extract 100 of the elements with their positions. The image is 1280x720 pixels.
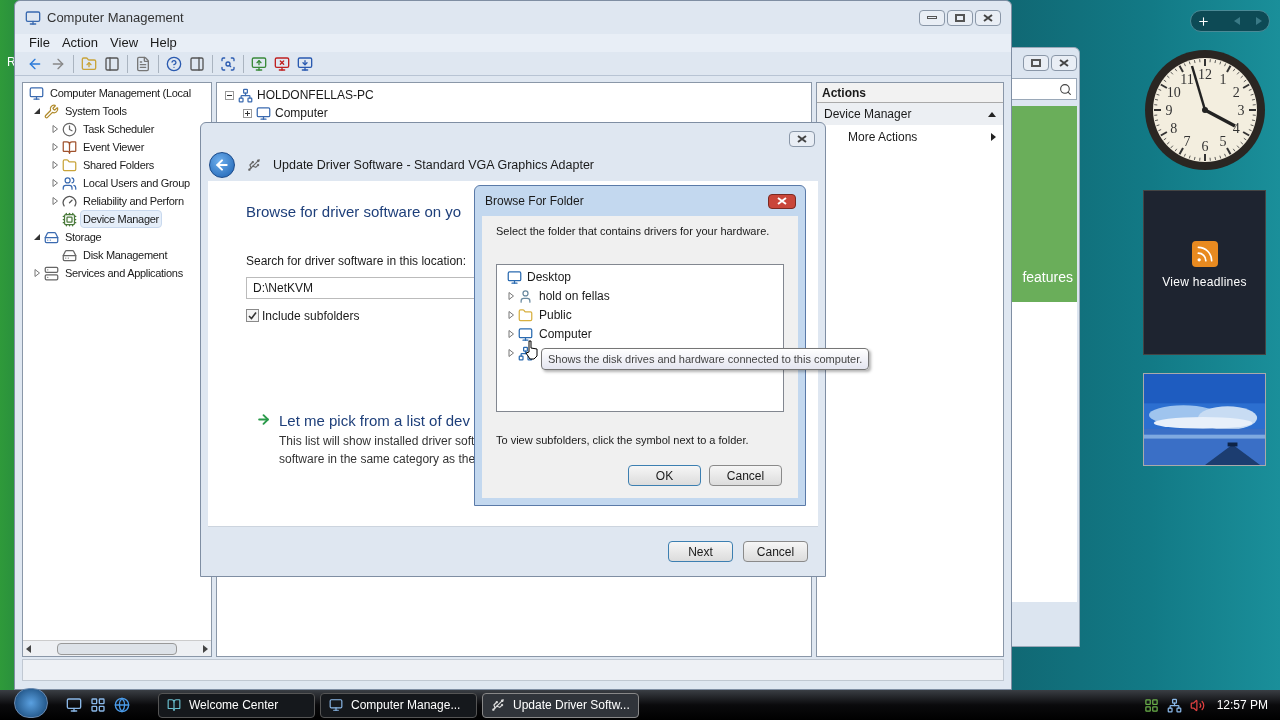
dialog-button[interactable]: Cancel bbox=[743, 541, 808, 562]
start-button[interactable] bbox=[14, 688, 48, 718]
clock-numeral: 1 bbox=[1219, 71, 1227, 87]
close-icon bbox=[1059, 59, 1069, 67]
minimize-button[interactable] bbox=[919, 9, 945, 26]
close-button[interactable] bbox=[768, 193, 796, 209]
tree-item[interactable]: Computer bbox=[539, 325, 592, 343]
pick-link[interactable]: Let me pick from a list of dev bbox=[279, 409, 476, 432]
window-title: Computer Management bbox=[47, 8, 184, 27]
taskbar-button[interactable]: Update Driver Softw... bbox=[482, 692, 639, 718]
expand-arrow-icon[interactable] bbox=[33, 269, 41, 277]
scroll-left-icon[interactable] bbox=[26, 644, 31, 653]
clock-numeral: 4 bbox=[1232, 121, 1240, 136]
switch-windows-icon[interactable] bbox=[90, 697, 106, 713]
expand-arrow-icon[interactable] bbox=[51, 125, 59, 133]
clock-time[interactable]: 12:57 PM bbox=[1216, 696, 1268, 714]
instruction-text: Select the folder that contains drivers for your hardware. bbox=[496, 224, 771, 239]
device-icon bbox=[62, 211, 77, 227]
monitor-down-icon bbox=[297, 55, 313, 72]
close-button[interactable] bbox=[975, 9, 1001, 26]
tree-item[interactable]: Device Manager bbox=[80, 209, 162, 229]
maximize-button[interactable] bbox=[947, 9, 973, 26]
expand-arrow-icon[interactable] bbox=[51, 161, 59, 169]
app-icon bbox=[25, 9, 41, 26]
expand-arrow-icon[interactable] bbox=[507, 330, 515, 338]
tree-item[interactable]: Event Viewer bbox=[80, 137, 147, 157]
dialog-heading: Browse for driver software on yo bbox=[246, 202, 463, 222]
description-text: This list will show installed driver soft bbox=[279, 433, 476, 450]
network-icon[interactable] bbox=[1166, 697, 1182, 713]
collapse-icon[interactable] bbox=[988, 111, 996, 117]
action-item[interactable]: More Actions bbox=[817, 125, 1003, 149]
tree-item[interactable]: Public bbox=[539, 306, 572, 324]
location-label: Search for driver software in this location: bbox=[246, 252, 468, 270]
menu-item[interactable]: Action bbox=[57, 33, 103, 53]
expand-arrow-icon[interactable] bbox=[51, 197, 59, 205]
tree-item[interactable]: System Tools bbox=[62, 101, 130, 121]
collapse-box-icon[interactable] bbox=[225, 90, 234, 100]
gauge-icon bbox=[62, 193, 77, 209]
tree-item[interactable]: hold on fellas bbox=[539, 287, 610, 305]
tree-item[interactable]: Computer Management (Local bbox=[47, 83, 194, 103]
close-icon bbox=[983, 13, 993, 22]
tree-item[interactable]: Services and Applications bbox=[62, 263, 186, 283]
clock-numeral: 9 bbox=[1165, 103, 1173, 118]
volume-muted-icon[interactable] bbox=[1189, 697, 1205, 713]
scroll-right-icon[interactable] bbox=[203, 644, 208, 653]
section-label: Device Manager bbox=[824, 106, 912, 123]
help-icon bbox=[166, 55, 182, 72]
browser-icon[interactable] bbox=[114, 697, 130, 713]
close-button[interactable] bbox=[1051, 55, 1077, 71]
window-icon bbox=[167, 698, 181, 712]
taskbar-button[interactable]: Computer Manage... bbox=[320, 692, 477, 718]
horizontal-scrollbar[interactable] bbox=[23, 640, 211, 656]
banner-text: features bbox=[1022, 268, 1073, 287]
user-folder-icon bbox=[518, 288, 533, 304]
monitor-up-icon bbox=[251, 55, 267, 72]
dialog-button[interactable]: OK bbox=[628, 465, 701, 486]
back-button[interactable] bbox=[209, 152, 235, 178]
add-gadget-icon[interactable] bbox=[1197, 14, 1210, 28]
feed-label[interactable]: View headlines bbox=[1162, 273, 1247, 291]
tree-item[interactable]: Disk Management bbox=[80, 245, 171, 265]
tree-item[interactable]: Local Users and Group bbox=[80, 173, 193, 193]
expand-box-icon[interactable] bbox=[243, 108, 252, 118]
tree-item[interactable]: HOLDONFELLAS-PC bbox=[257, 86, 374, 104]
tree-item[interactable]: Shared Folders bbox=[80, 155, 157, 175]
tree-item[interactable]: Computer bbox=[275, 104, 328, 122]
scroll-thumb[interactable] bbox=[57, 642, 177, 655]
expand-arrow-icon[interactable] bbox=[51, 143, 59, 151]
dialog-button[interactable]: Cancel bbox=[709, 465, 782, 486]
monitor-x-icon bbox=[274, 55, 290, 72]
maximize-button[interactable] bbox=[1023, 55, 1049, 71]
dialog-button[interactable]: Next bbox=[668, 541, 733, 562]
tree-item[interactable]: Task Scheduler bbox=[80, 119, 157, 139]
taskbar-button[interactable]: Welcome Center bbox=[158, 692, 315, 718]
show-desktop-icon[interactable] bbox=[66, 697, 82, 713]
collapse-arrow-icon[interactable] bbox=[33, 233, 41, 241]
close-button[interactable] bbox=[789, 131, 815, 147]
checkbox-label: Include subfolders bbox=[262, 307, 360, 325]
expand-arrow-icon[interactable] bbox=[507, 349, 515, 357]
tree-item[interactable]: Reliability and Perforn bbox=[80, 191, 187, 211]
panel-icon bbox=[104, 55, 120, 72]
expand-arrow-icon[interactable] bbox=[507, 292, 515, 300]
collapse-arrow-icon[interactable] bbox=[33, 107, 41, 115]
folder-up-icon bbox=[81, 55, 97, 72]
scan-icon bbox=[220, 55, 236, 72]
expand-arrow-icon[interactable] bbox=[507, 311, 515, 319]
description-text: software in the same category as the bbox=[279, 451, 476, 468]
search-field[interactable] bbox=[1011, 78, 1077, 100]
hint-text: To view subfolders, click the symbol next to a folder. bbox=[496, 432, 750, 448]
menu-item[interactable]: View bbox=[106, 33, 143, 53]
expand-arrow-icon[interactable] bbox=[51, 179, 59, 187]
desktop-icon bbox=[507, 269, 522, 285]
tree-item[interactable]: Storage bbox=[62, 227, 105, 247]
menu-item[interactable]: Help bbox=[146, 33, 181, 53]
close-icon bbox=[777, 197, 787, 205]
clock-numeral: 8 bbox=[1170, 121, 1178, 136]
tree-item[interactable]: Desktop bbox=[527, 268, 572, 286]
checkbox[interactable] bbox=[246, 309, 259, 322]
actions-section[interactable]: Device Manager bbox=[817, 103, 1003, 125]
tray-icon[interactable] bbox=[1143, 697, 1159, 713]
menu-item[interactable]: File bbox=[25, 33, 54, 53]
